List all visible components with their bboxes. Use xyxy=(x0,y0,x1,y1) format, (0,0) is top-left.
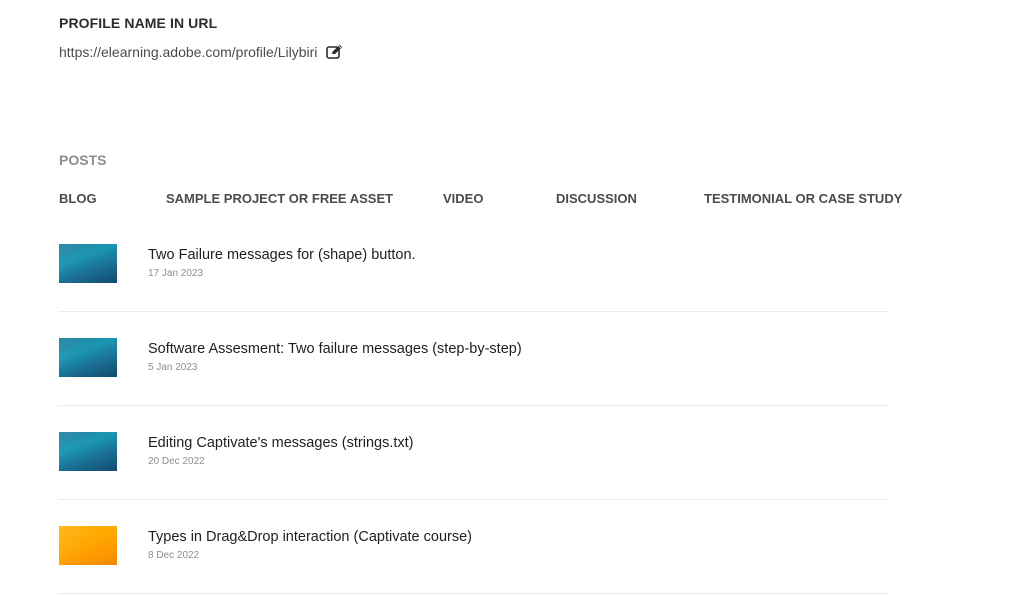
profile-url-heading: PROFILE NAME IN URL xyxy=(59,15,218,31)
post-date: 8 Dec 2022 xyxy=(148,550,200,561)
profile-page: PROFILE NAME IN URL https://elearning.ad… xyxy=(0,0,1024,596)
tab-video[interactable]: VIDEO xyxy=(443,191,483,206)
post-thumbnail[interactable] xyxy=(59,338,117,377)
post-title-link[interactable]: Software Assesment: Two failure messages… xyxy=(148,341,522,357)
post-item: Types in Drag&Drop interaction (Captivat… xyxy=(58,500,888,594)
post-date: 20 Dec 2022 xyxy=(148,456,205,467)
post-date: 17 Jan 2023 xyxy=(148,268,204,279)
edit-pencil-icon[interactable] xyxy=(326,44,344,60)
tab-sample-project[interactable]: SAMPLE PROJECT OR FREE ASSET xyxy=(166,191,393,206)
post-title-link[interactable]: Editing Captivate's messages (strings.tx… xyxy=(148,435,413,451)
post-date: 5 Jan 2023 xyxy=(148,362,198,373)
post-item: Two Failure messages for (shape) button.… xyxy=(58,218,888,312)
post-title-link[interactable]: Types in Drag&Drop interaction (Captivat… xyxy=(148,529,472,545)
post-thumbnail[interactable] xyxy=(59,432,117,471)
profile-url-text: https://elearning.adobe.com/profile/Lily… xyxy=(59,44,318,60)
profile-url-row: https://elearning.adobe.com/profile/Lily… xyxy=(59,44,344,60)
tab-discussion[interactable]: DISCUSSION xyxy=(556,191,637,206)
post-title-link[interactable]: Two Failure messages for (shape) button. xyxy=(148,247,416,263)
post-item: Editing Captivate's messages (strings.tx… xyxy=(58,406,888,500)
post-list: Two Failure messages for (shape) button.… xyxy=(58,218,888,594)
post-item: Software Assesment: Two failure messages… xyxy=(58,312,888,406)
tab-testimonial[interactable]: TESTIMONIAL OR CASE STUDY xyxy=(704,191,902,206)
posts-heading: POSTS xyxy=(59,152,107,168)
post-thumbnail[interactable] xyxy=(59,244,117,283)
post-thumbnail[interactable] xyxy=(59,526,117,565)
tab-blog[interactable]: BLOG xyxy=(59,191,97,206)
